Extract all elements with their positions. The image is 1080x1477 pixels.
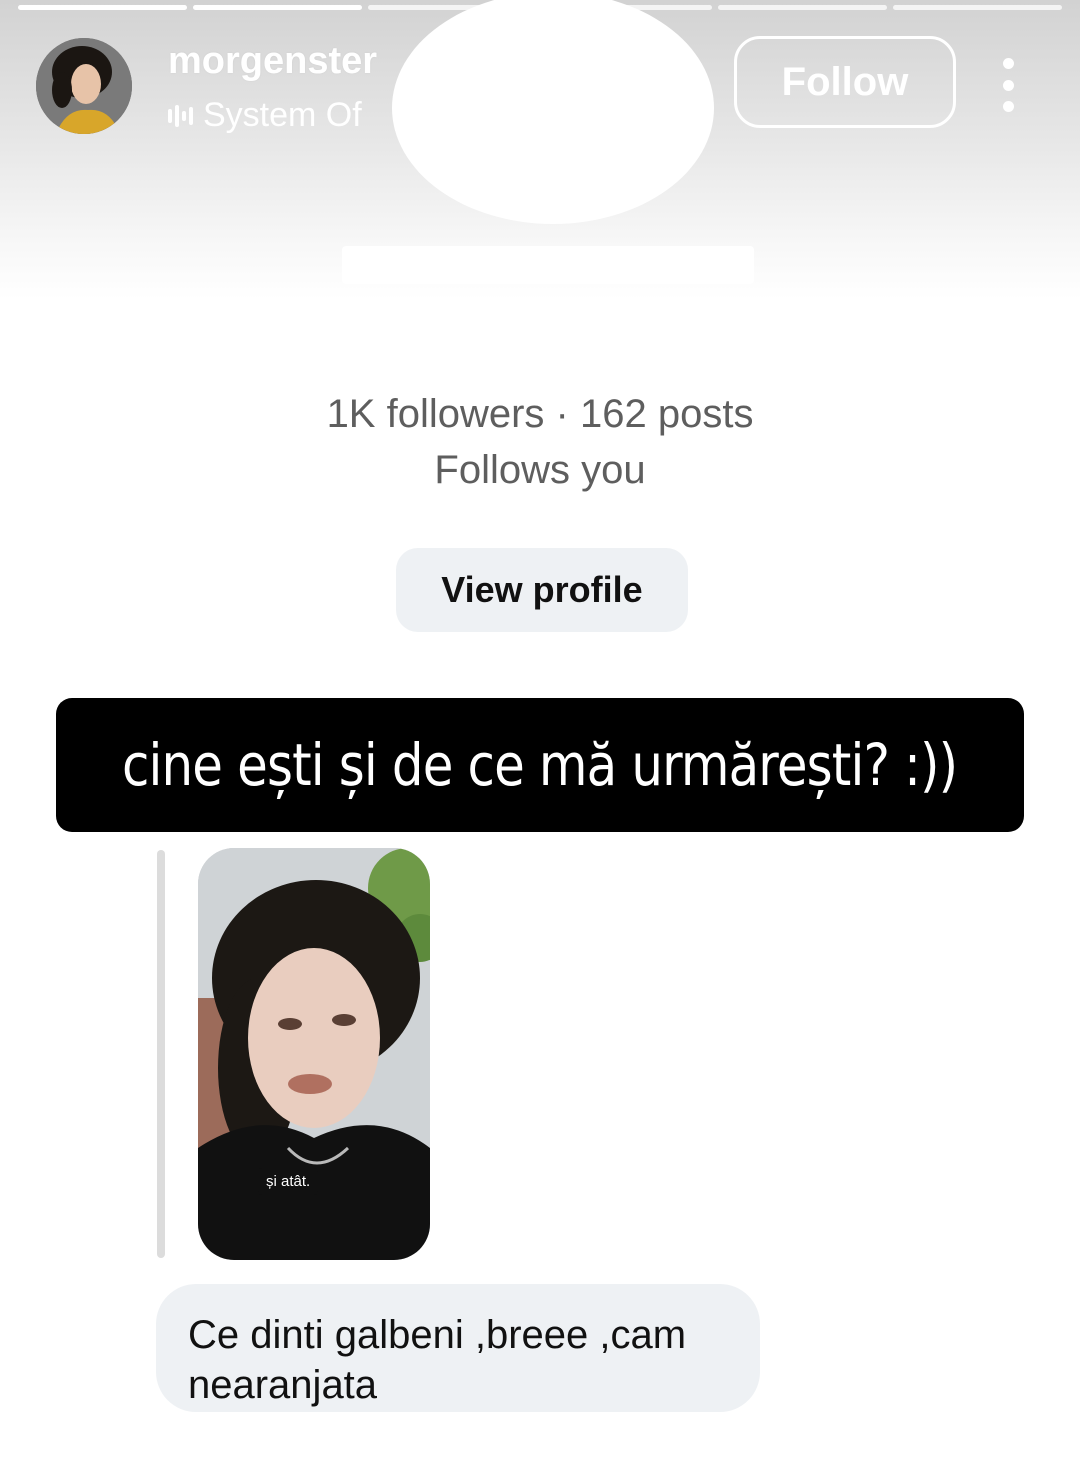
caption-text: cine ești și de ce mă urmărești? :)) (122, 731, 958, 799)
profile-stats: 1K followers · 162 posts Follows you (0, 386, 1080, 498)
username[interactable]: morgenster (168, 40, 377, 83)
view-profile-button[interactable]: View profile (396, 548, 688, 632)
message-bubble[interactable]: Ce dinti galbeni ,breee ,cam nearanjata (156, 1284, 760, 1412)
caption-box: cine ești și de ce mă urmărești? :)) (56, 698, 1024, 832)
progress-segment (893, 5, 1062, 10)
redaction-mark (392, 0, 714, 224)
followers-posts-count: 1K followers · 162 posts (326, 392, 754, 436)
progress-segment (18, 5, 187, 10)
progress-segment (193, 5, 362, 10)
avatar[interactable] (36, 38, 132, 134)
reply-indicator-line (157, 850, 165, 1258)
story-preview-image (198, 848, 430, 1260)
music-title: System Of (203, 96, 362, 134)
redaction-mark (342, 246, 754, 284)
sound-bars-icon (168, 104, 193, 128)
more-vertical-icon[interactable] (996, 58, 1020, 112)
follow-button[interactable]: Follow (734, 36, 956, 128)
progress-segment (718, 5, 887, 10)
story-preview-thumbnail[interactable]: și atât. (198, 848, 430, 1260)
story-subtitle: și atât. (258, 1168, 319, 1195)
follows-you-label: Follows you (434, 448, 646, 492)
music-info[interactable]: System Of (168, 96, 362, 135)
avatar-image (36, 38, 132, 134)
